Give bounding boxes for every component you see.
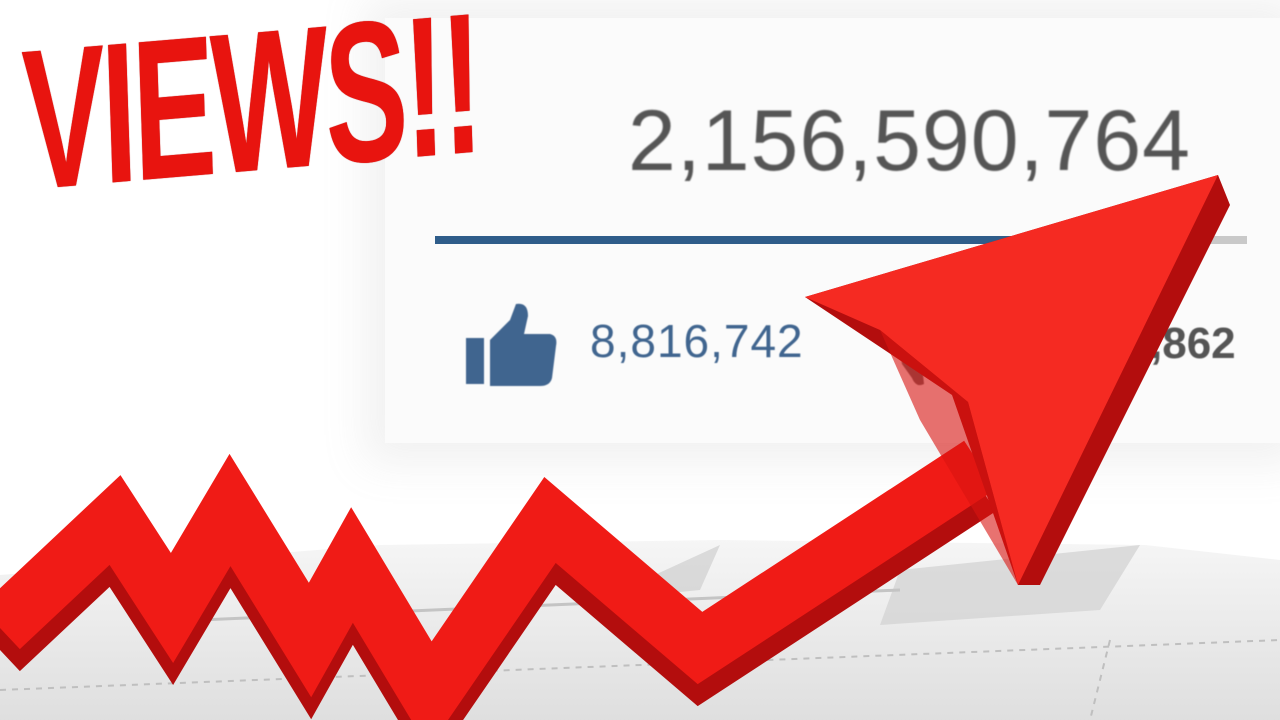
thumbnail: 2,156,590,764 8,816,742 ,862 VIEWS!! bbox=[0, 0, 1280, 720]
headline: VIEWS!! bbox=[19, 0, 483, 233]
